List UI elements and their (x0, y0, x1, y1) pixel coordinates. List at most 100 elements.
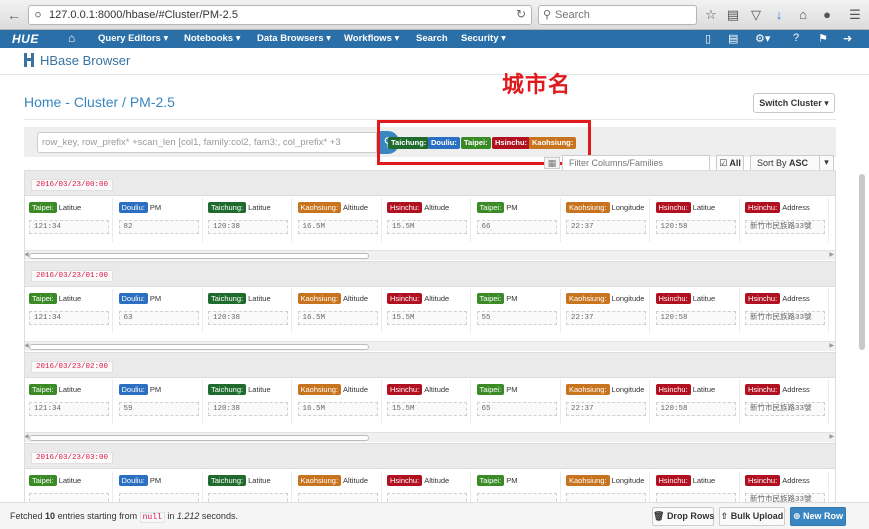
browser-search-box[interactable]: ⚲ (538, 5, 697, 25)
cell[interactable]: Hsinchu: Latitue 120:58 (652, 289, 740, 333)
cell[interactable]: Hsinchu: Altitude 15.5M (383, 198, 471, 242)
cell-value[interactable]: 15.5M (387, 311, 467, 325)
cell[interactable]: Hsinchu: Latitue 120:58 (652, 380, 740, 424)
cell-value[interactable]: 120:38 (208, 311, 288, 325)
drop-rows-button[interactable]: 🗑 Drop Rows (652, 507, 714, 526)
url-bar[interactable]: ⚪ 127.0.0.1:8000/hbase/#Cluster/PM-2.5 ↻ (28, 5, 532, 25)
cell-value[interactable]: 16.5M (297, 311, 378, 325)
row-header[interactable]: 2016/03/23/00:00 (25, 170, 835, 196)
breadcrumb-table[interactable]: PM-2.5 (130, 94, 175, 110)
breadcrumb-cluster[interactable]: Cluster (74, 94, 118, 110)
scroll-right-icon[interactable]: ▶ (829, 251, 834, 258)
bulk-upload-button[interactable]: ⇧ Bulk Upload (719, 507, 785, 526)
scrollbar-thumb[interactable] (29, 253, 369, 259)
horizontal-scrollbar[interactable]: ◀ ▶ (25, 432, 835, 442)
switch-cluster-button[interactable]: Switch Cluster ▾ (753, 93, 835, 113)
cell[interactable]: Hsinchu: Latitue 120:58 (652, 198, 740, 242)
file-icon[interactable]: ▯ (705, 32, 711, 45)
scrollbar-thumb[interactable] (859, 174, 865, 350)
row-search-input[interactable]: row_key, row_prefix* +scan_len [col1, fa… (37, 132, 377, 153)
cell[interactable]: Taichung: Latitue 120:38 (204, 198, 292, 242)
download-icon[interactable]: ↓ (770, 5, 788, 25)
cell[interactable]: Taichung: Latitue (204, 471, 292, 502)
nav-security[interactable]: Security ▾ (461, 33, 506, 44)
home-icon[interactable]: ⌂ (794, 5, 812, 25)
cell-value[interactable]: 22:37 (566, 402, 646, 416)
flag-icon[interactable]: ⚑ (818, 32, 828, 45)
cell[interactable]: Hsinchu: Altitude 15.5M (383, 380, 471, 424)
cell-value[interactable]: 22:37 (566, 311, 646, 325)
nav-query-editors[interactable]: Query Editors ▾ (98, 33, 168, 44)
cell[interactable]: Taipei: Latitue (25, 471, 113, 502)
scroll-right-icon[interactable]: ▶ (829, 342, 834, 349)
cell[interactable]: Kaohsiung: Altitude 16.5M (294, 380, 382, 424)
cell-value[interactable]: 121:34 (29, 220, 109, 234)
cell-value[interactable] (566, 493, 646, 502)
select-all-toggle[interactable]: ☑ All (716, 155, 744, 171)
cell-value[interactable] (118, 493, 199, 502)
cell-value[interactable]: 66 (476, 220, 557, 234)
cell[interactable]: Taipei: Latitue 121:34 (25, 380, 113, 424)
scrollbar-thumb[interactable] (29, 344, 369, 350)
cell-value[interactable]: 55 (476, 311, 557, 325)
scrollbar-thumb[interactable] (29, 435, 369, 441)
browser-search-input[interactable] (555, 8, 693, 22)
grid-view-icon[interactable]: ▦ (544, 157, 560, 169)
cell[interactable]: Kaohsiung: Altitude (294, 471, 382, 502)
nav-search[interactable]: Search (416, 33, 448, 44)
cell[interactable]: Taipei: Latitue 121:34 (25, 198, 113, 242)
clipboard-icon[interactable]: ▤ (724, 5, 742, 25)
cell-value[interactable] (476, 493, 557, 502)
scroll-left-icon[interactable]: ◀ (25, 342, 29, 349)
cell[interactable]: Kaohsiung: Altitude 16.5M (294, 198, 382, 242)
cell-value[interactable] (29, 493, 109, 502)
cell[interactable]: Taipei: PM 65 (473, 380, 561, 424)
row-key[interactable]: 2016/03/23/01:00 (31, 270, 114, 282)
row-header[interactable]: 2016/03/23/01:00 (25, 261, 835, 287)
cell[interactable]: Hsinchu: Latitue (652, 471, 740, 502)
city-tag[interactable]: Douliu: (428, 137, 460, 149)
cell[interactable]: Taichung: Latitue 120:38 (204, 289, 292, 333)
cell-value[interactable]: 63 (118, 311, 199, 325)
breadcrumb-home[interactable]: Home (24, 94, 61, 110)
cell-value[interactable] (655, 493, 736, 502)
cell-value[interactable]: 120:38 (208, 402, 288, 416)
menu-icon[interactable]: ☰ (846, 5, 864, 25)
cell[interactable]: Kaohsiung: Longitude (562, 471, 650, 502)
reload-icon[interactable]: ↻ (516, 7, 526, 21)
cell[interactable]: Hsinchu: Address 新竹市民族路33號 (741, 380, 829, 424)
city-tag[interactable]: Taichung: (388, 137, 430, 149)
jobs-icon[interactable]: ▤ (728, 32, 738, 45)
cell-value[interactable] (297, 493, 378, 502)
cell-value[interactable]: 120:38 (208, 220, 288, 234)
vertical-scrollbar[interactable] (857, 56, 867, 511)
cell-value[interactable]: 新竹市民族路33號 (745, 493, 825, 502)
home-icon[interactable]: ⌂ (68, 31, 75, 45)
new-row-button[interactable]: ⊕ New Row (790, 507, 846, 526)
cell-value[interactable]: 59 (118, 402, 199, 416)
hue-logo[interactable]: HUE (12, 32, 39, 46)
cell-value[interactable]: 16.5M (297, 220, 378, 234)
cell-value[interactable]: 新竹市民族路33號 (745, 220, 825, 234)
horizontal-scrollbar[interactable]: ◀ ▶ (25, 250, 835, 260)
back-arrow-icon[interactable]: ← (4, 5, 24, 25)
cell-value[interactable]: 新竹市民族路33號 (745, 402, 825, 416)
row-header[interactable]: 2016/03/23/02:00 (25, 352, 835, 378)
cell-value[interactable] (387, 493, 467, 502)
nav-data-browsers[interactable]: Data Browsers ▾ (257, 33, 331, 44)
cell-value[interactable]: 22:37 (566, 220, 646, 234)
nav-notebooks[interactable]: Notebooks ▾ (184, 33, 241, 44)
cell-value[interactable]: 121:34 (29, 402, 109, 416)
pocket-icon[interactable]: ▽ (747, 5, 765, 25)
scroll-left-icon[interactable]: ◀ (25, 251, 29, 258)
cell[interactable]: Douliu: PM 59 (115, 380, 203, 424)
row-key[interactable]: 2016/03/23/00:00 (31, 179, 114, 191)
cell-value[interactable]: 15.5M (387, 220, 467, 234)
bookmark-star-icon[interactable]: ☆ (702, 5, 720, 25)
cell[interactable]: Taichung: Latitue 120:38 (204, 380, 292, 424)
help-icon[interactable]: ? (793, 32, 799, 44)
scroll-left-icon[interactable]: ◀ (25, 433, 29, 440)
cell[interactable]: Douliu: PM (115, 471, 203, 502)
city-tag[interactable]: Hsinchu: (492, 137, 531, 149)
city-tag[interactable]: Kaohsiung: (529, 137, 577, 149)
